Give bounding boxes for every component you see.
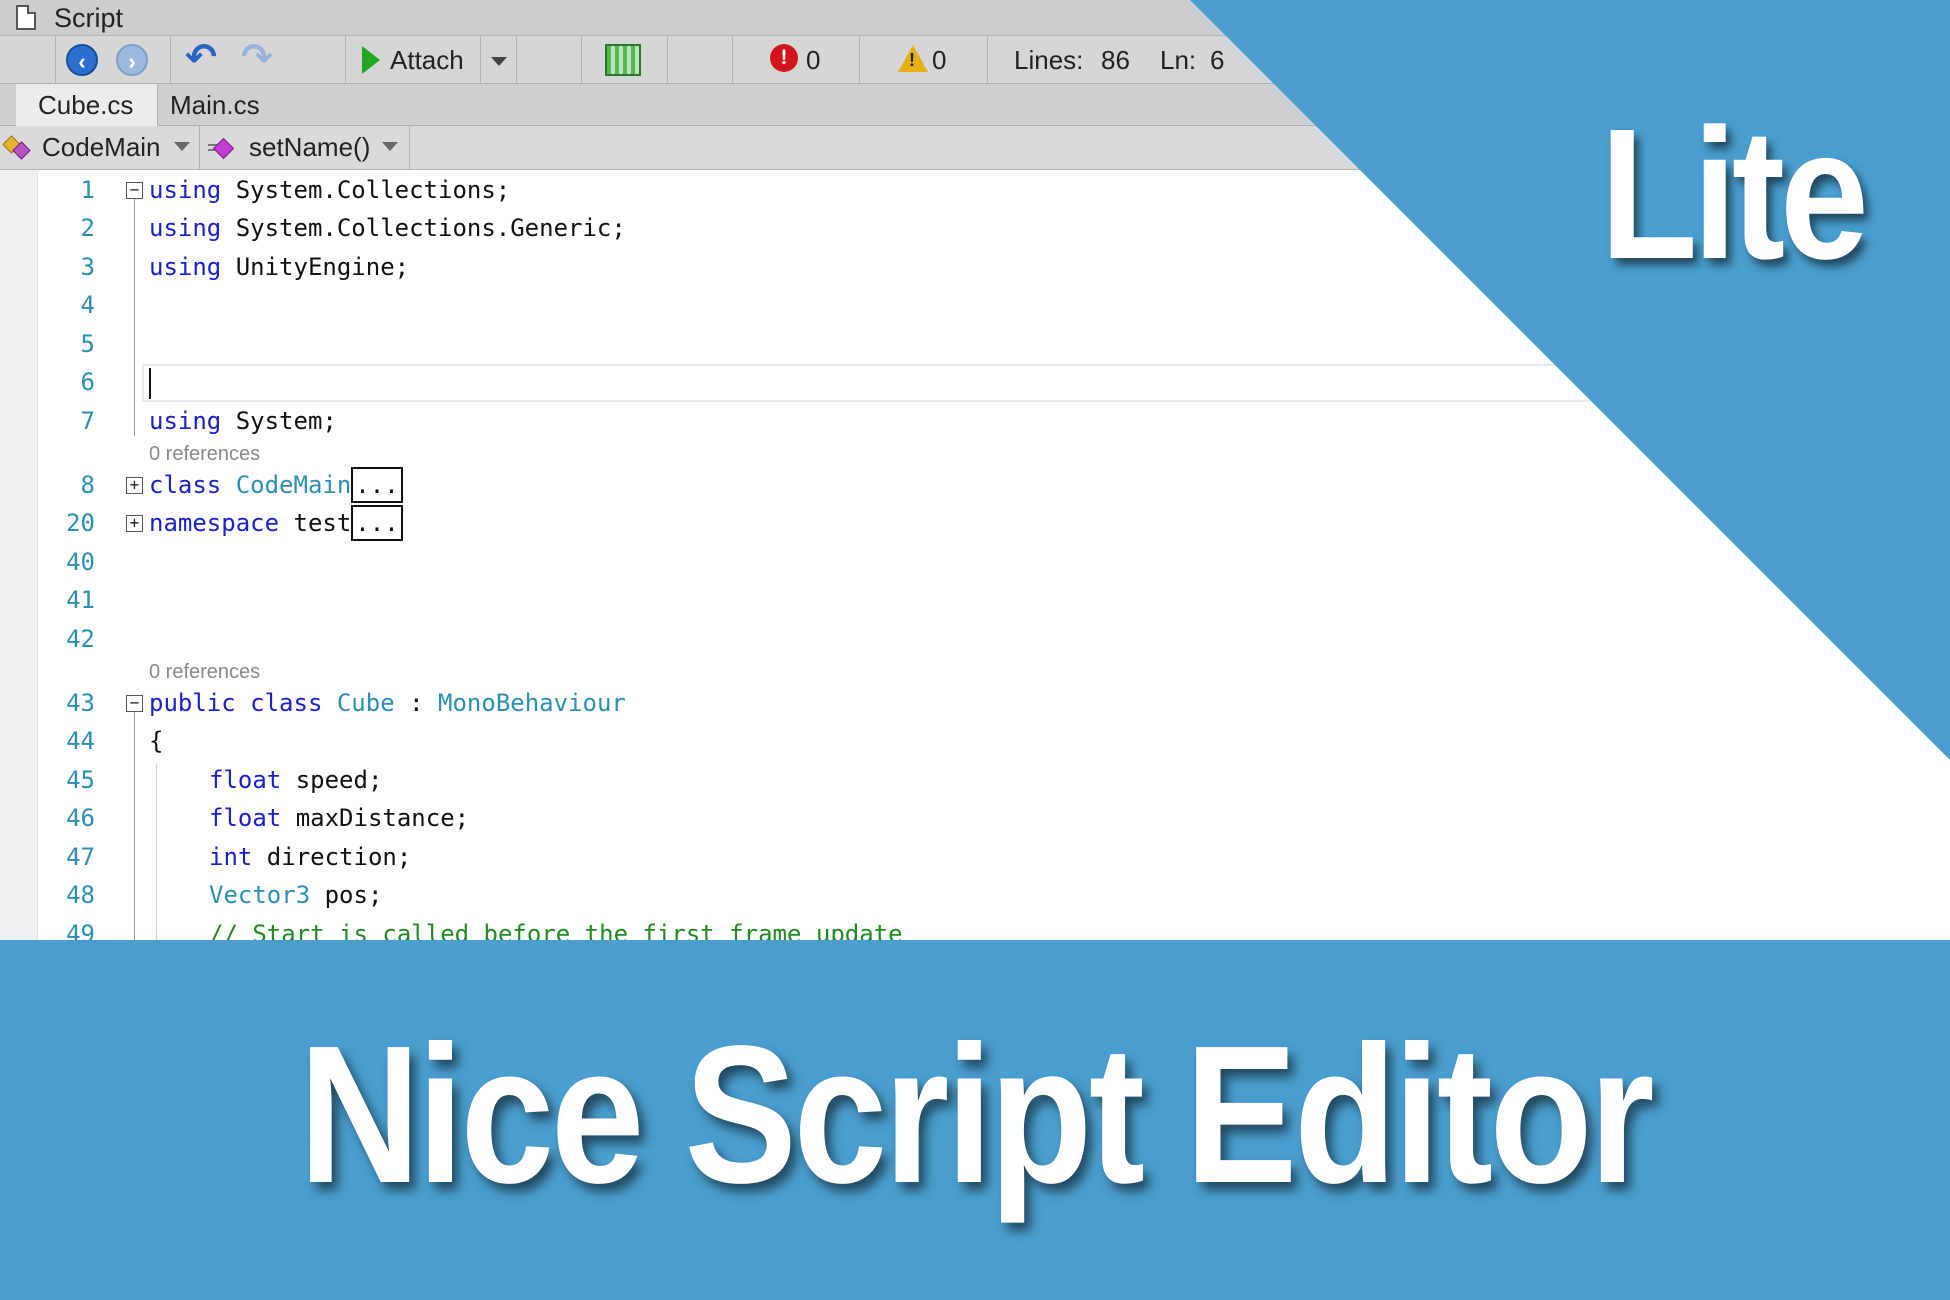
banner-title: Nice Script Editor	[298, 1005, 1655, 1224]
lite-badge: Lite	[1600, 91, 1869, 298]
script-editor-window: Script ‹ › ↶ ↷ Attach ! 0 ! 0 Lines: 86 …	[0, 0, 1950, 940]
